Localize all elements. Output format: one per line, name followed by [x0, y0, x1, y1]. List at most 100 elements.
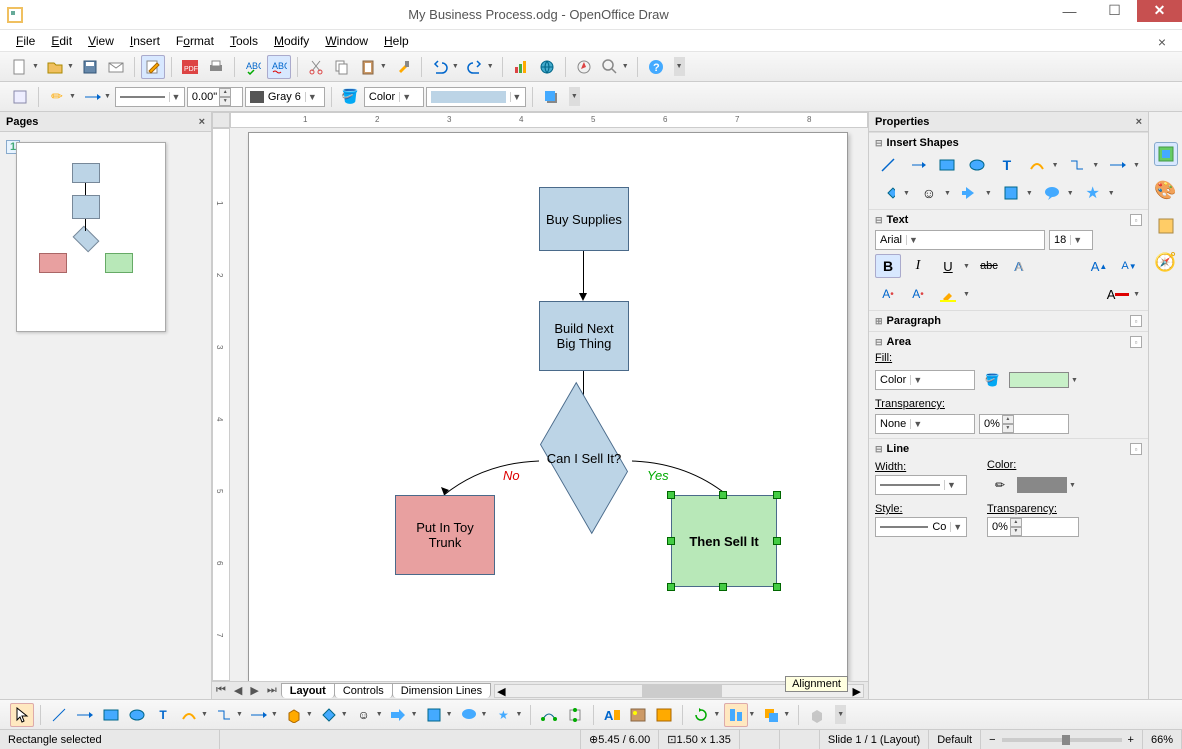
- text-tool[interactable]: T: [151, 703, 175, 727]
- cut-button[interactable]: [304, 55, 328, 79]
- section-more-icon[interactable]: ▫: [1130, 214, 1142, 226]
- shape-basic-icon[interactable]: [875, 181, 901, 205]
- fill-type-combo[interactable]: Color▼: [875, 370, 975, 390]
- sidebar-navigator-icon[interactable]: [1154, 214, 1178, 238]
- tab-layout[interactable]: Layout: [281, 683, 335, 698]
- properties-close-icon[interactable]: ×: [1136, 116, 1142, 128]
- line-pen-icon[interactable]: ✏: [987, 473, 1013, 497]
- undo-dropdown-icon[interactable]: ▼: [452, 63, 459, 70]
- shape-connector-icon[interactable]: [1065, 153, 1091, 177]
- open-dropdown-icon[interactable]: ▼: [67, 63, 74, 70]
- line-tool[interactable]: [47, 703, 71, 727]
- alignment-tool[interactable]: [724, 703, 748, 727]
- block-arrows-tool[interactable]: [387, 703, 411, 727]
- shape-buy-supplies[interactable]: Buy Supplies: [539, 187, 629, 251]
- fill-color-combo[interactable]: ▼: [426, 87, 526, 107]
- shape-sell-it[interactable]: Then Sell It: [671, 495, 777, 587]
- flowchart-shapes-tool[interactable]: [422, 703, 446, 727]
- decrease-font-button[interactable]: A▼: [1116, 254, 1142, 278]
- shape-rect-icon[interactable]: [935, 153, 961, 177]
- section-more-icon[interactable]: ▫: [1130, 336, 1142, 348]
- maximize-button[interactable]: ☐: [1092, 0, 1137, 22]
- section-more-icon[interactable]: ▫: [1130, 443, 1142, 455]
- basic-shapes-tool[interactable]: [317, 703, 341, 727]
- shape-block-arrow-icon[interactable]: [957, 181, 983, 205]
- menu-window[interactable]: Window: [317, 32, 376, 50]
- help-button[interactable]: ?: [644, 55, 668, 79]
- arrange-tool[interactable]: [759, 703, 783, 727]
- section-paragraph-header[interactable]: Paragraph▫: [875, 315, 1142, 327]
- shape-ellipse-icon[interactable]: [964, 153, 990, 177]
- shape-arrow-icon[interactable]: [905, 153, 931, 177]
- selection-handle[interactable]: [719, 583, 727, 591]
- sidebar-functions-icon[interactable]: 🧭: [1154, 250, 1178, 274]
- hyperlink-button[interactable]: [535, 55, 559, 79]
- selection-handle[interactable]: [773, 491, 781, 499]
- new-button[interactable]: [8, 55, 32, 79]
- status-zoom[interactable]: 66%: [1143, 730, 1182, 749]
- selection-handle[interactable]: [667, 583, 675, 591]
- tab-dimension-lines[interactable]: Dimension Lines: [392, 683, 491, 698]
- autospellcheck-button[interactable]: ABC: [267, 55, 291, 79]
- connector-tool[interactable]: [212, 703, 236, 727]
- line-style-select[interactable]: Co▼: [875, 517, 967, 537]
- tab-nav-next-icon[interactable]: ▶: [246, 684, 262, 697]
- section-area-header[interactable]: Area▫: [875, 336, 1142, 348]
- subscript-button[interactable]: A•: [905, 282, 931, 306]
- lines-arrows-tool[interactable]: [247, 703, 271, 727]
- line-transparency-select[interactable]: 0%▲▼: [987, 517, 1079, 537]
- vertical-ruler[interactable]: 1234567: [212, 128, 230, 681]
- shape-flowchart-icon[interactable]: [998, 181, 1024, 205]
- shape-line-icon[interactable]: [875, 153, 901, 177]
- styles-button[interactable]: [8, 85, 32, 109]
- minimize-button[interactable]: —: [1047, 0, 1092, 22]
- transparency-value-combo[interactable]: 0%▲▼: [979, 414, 1069, 434]
- page-thumbnail[interactable]: [16, 142, 166, 332]
- document-close-icon[interactable]: ×: [1150, 32, 1174, 52]
- line-width-combo[interactable]: 0.00"▲▼: [187, 87, 243, 107]
- spellcheck-button[interactable]: ABC: [241, 55, 265, 79]
- shape-toy-trunk[interactable]: Put In Toy Trunk: [395, 495, 495, 575]
- line-endings-dropdown-icon[interactable]: ▼: [104, 93, 111, 100]
- sidebar-gallery-icon[interactable]: 🎨: [1154, 178, 1178, 202]
- drawing-canvas[interactable]: Buy Supplies Build Next Big Thing Can I …: [230, 128, 868, 681]
- tab-nav-last-icon[interactable]: ⏭: [263, 684, 281, 697]
- font-color-button[interactable]: A: [1105, 282, 1131, 306]
- shape-decision[interactable]: Can I Sell It?: [534, 423, 634, 493]
- connector-1[interactable]: [583, 251, 584, 295]
- menu-tools[interactable]: Tools: [222, 32, 266, 50]
- fill-mode-combo[interactable]: Color▼: [364, 87, 424, 107]
- tab-nav-prev-icon[interactable]: ◀: [230, 684, 246, 697]
- shape-callout-icon[interactable]: [1039, 181, 1065, 205]
- menu-modify[interactable]: Modify: [266, 32, 317, 50]
- ellipse-tool[interactable]: [125, 703, 149, 727]
- 3d-tool[interactable]: [282, 703, 306, 727]
- selection-handle[interactable]: [667, 537, 675, 545]
- tab-nav-first-icon[interactable]: ⏮: [212, 684, 230, 697]
- italic-button[interactable]: I: [905, 254, 931, 278]
- line-endings-button[interactable]: [80, 85, 104, 109]
- section-text-header[interactable]: Text▫: [875, 214, 1142, 226]
- fill-color-swatch[interactable]: [1009, 372, 1069, 388]
- strikethrough-button[interactable]: abc: [976, 254, 1002, 278]
- fontwork-tool[interactable]: A: [600, 703, 624, 727]
- shape-lines-arrows-icon[interactable]: [1105, 153, 1131, 177]
- edit-points-tool[interactable]: [537, 703, 561, 727]
- format-paintbrush-button[interactable]: [391, 55, 415, 79]
- superscript-button[interactable]: A•: [875, 282, 901, 306]
- zoom-slider[interactable]: −+: [981, 730, 1143, 749]
- tab-controls[interactable]: Controls: [334, 683, 393, 698]
- line-style-combo[interactable]: ▼: [115, 87, 185, 107]
- horizontal-ruler[interactable]: 12345678: [230, 112, 868, 128]
- selection-handle[interactable]: [773, 537, 781, 545]
- zoom-dropdown-icon[interactable]: ▼: [622, 63, 629, 70]
- arrow-style-button[interactable]: ✏: [45, 85, 69, 109]
- selection-handle[interactable]: [773, 583, 781, 591]
- increase-font-button[interactable]: A▲: [1086, 254, 1112, 278]
- menu-view[interactable]: View: [80, 32, 122, 50]
- gallery-tool[interactable]: [652, 703, 676, 727]
- menu-file[interactable]: File: [8, 32, 43, 50]
- edit-file-button[interactable]: [141, 55, 165, 79]
- shadow-button[interactable]: [539, 85, 563, 109]
- navigator-button[interactable]: [572, 55, 596, 79]
